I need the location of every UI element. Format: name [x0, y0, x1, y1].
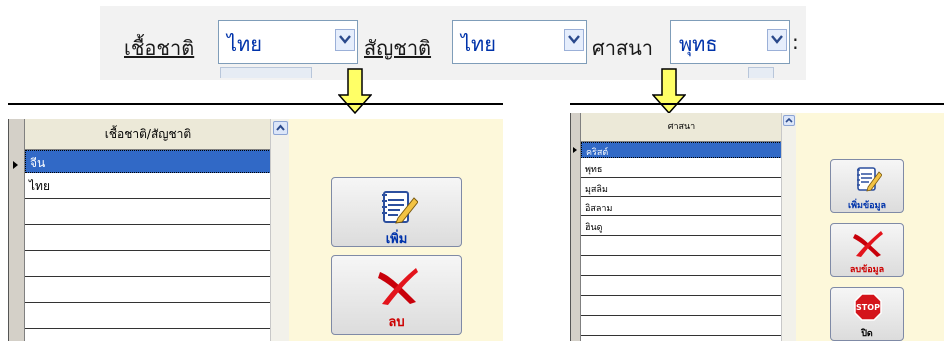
notepad-pencil-icon: [857, 167, 882, 192]
add-data-button-label: เพิ่มข้อมูล: [848, 201, 886, 211]
table-row[interactable]: [581, 256, 782, 276]
table-row[interactable]: ฮินดู: [581, 216, 782, 236]
nationality-select[interactable]: ไทย: [218, 20, 358, 64]
religion-select[interactable]: พุทธ: [670, 20, 790, 64]
table-row[interactable]: มุสลิม: [581, 178, 782, 197]
citizenship-select[interactable]: ไทย: [452, 20, 587, 64]
chevron-down-icon: [771, 35, 783, 44]
table-row[interactable]: [581, 316, 782, 336]
vertical-scrollbar[interactable]: [270, 119, 290, 341]
citizenship-label: สัญชาติ: [364, 36, 432, 60]
table-row[interactable]: [25, 277, 271, 303]
nationality-column-header[interactable]: เชื้อชาติ/สัญชาติ: [25, 119, 271, 150]
stop-sign-text: STOP: [856, 303, 880, 312]
current-record-icon: [573, 147, 577, 153]
notepad-pencil-icon: [382, 191, 418, 224]
chevron-down-icon: [568, 35, 580, 44]
cell-text: พุทธ: [585, 165, 603, 175]
religion-value: พุทธ: [679, 32, 718, 56]
religion-form: ศาสนา คริสต์ พุทธ มุสลิม อิสลาม ฮินดู เพ…: [570, 105, 944, 341]
delete-button[interactable]: ลบ: [331, 255, 462, 335]
trailing-colon: :: [792, 30, 799, 54]
next-field-edge: [220, 67, 312, 78]
delete-x-icon: [853, 231, 883, 257]
delete-x-icon: [378, 268, 418, 305]
vertical-scrollbar[interactable]: [781, 113, 797, 341]
nationality-form: เชื้อชาติ/สัญชาติ จีน ไทย เพิ่ม ลบ: [8, 105, 503, 341]
delete-data-button-label: ลบข้อมูล: [849, 265, 885, 275]
religion-datasheet: ศาสนา คริสต์ พุทธ มุสลิม อิสลาม ฮินดู: [570, 113, 782, 341]
table-row[interactable]: [25, 251, 271, 277]
table-row[interactable]: [581, 296, 782, 316]
nationality-datasheet: เชื้อชาติ/สัญชาติ จีน ไทย: [8, 119, 271, 341]
table-row[interactable]: อิสลาม: [581, 197, 782, 216]
next-field-edge: [748, 67, 774, 78]
add-button[interactable]: เพิ่ม: [331, 177, 462, 247]
religion-label: ศาสนา: [592, 36, 654, 60]
nationality-label: เชื้อชาติ: [124, 36, 195, 60]
cell-text: คริสต์: [586, 148, 609, 158]
cell-text: มุสลิม: [585, 185, 608, 195]
citizenship-value: ไทย: [461, 32, 496, 56]
table-row[interactable]: ไทย: [25, 173, 271, 199]
religion-dropdown-button[interactable]: [767, 29, 787, 51]
current-record-icon: [13, 161, 18, 169]
close-button-label: ปิด: [861, 329, 873, 339]
cell-text: จีน: [30, 156, 46, 170]
scroll-up-button[interactable]: [273, 121, 288, 135]
cell-text: ฮินดู: [585, 223, 603, 233]
citizenship-dropdown-button[interactable]: [564, 29, 584, 51]
table-row[interactable]: [25, 303, 271, 329]
scroll-up-button[interactable]: [783, 115, 795, 126]
chevron-up-icon: [785, 117, 793, 123]
table-row[interactable]: [25, 199, 271, 225]
close-button[interactable]: STOP ปิด: [830, 287, 904, 341]
table-row[interactable]: พุทธ: [581, 158, 782, 178]
table-row[interactable]: คริสต์: [581, 142, 782, 158]
delete-button-label: ลบ: [388, 315, 405, 330]
table-row[interactable]: จีน: [25, 150, 271, 173]
nationality-value: ไทย: [227, 32, 262, 56]
nationality-dropdown-button[interactable]: [335, 29, 355, 51]
stop-sign-icon: STOP: [854, 293, 882, 321]
cell-text: อิสลาม: [585, 204, 613, 214]
religion-column-header[interactable]: ศาสนา: [581, 113, 782, 142]
table-row[interactable]: [581, 276, 782, 296]
chevron-down-icon: [339, 35, 351, 44]
table-row[interactable]: [25, 225, 271, 251]
add-button-label: เพิ่ม: [385, 232, 408, 247]
chevron-up-icon: [276, 124, 285, 131]
record-selector-column[interactable]: [9, 119, 25, 341]
cell-text: ไทย: [29, 179, 50, 193]
delete-data-button[interactable]: ลบข้อมูล: [830, 223, 904, 277]
table-row[interactable]: [25, 329, 271, 341]
table-row[interactable]: [581, 236, 782, 256]
add-data-button[interactable]: เพิ่มข้อมูล: [830, 159, 904, 213]
